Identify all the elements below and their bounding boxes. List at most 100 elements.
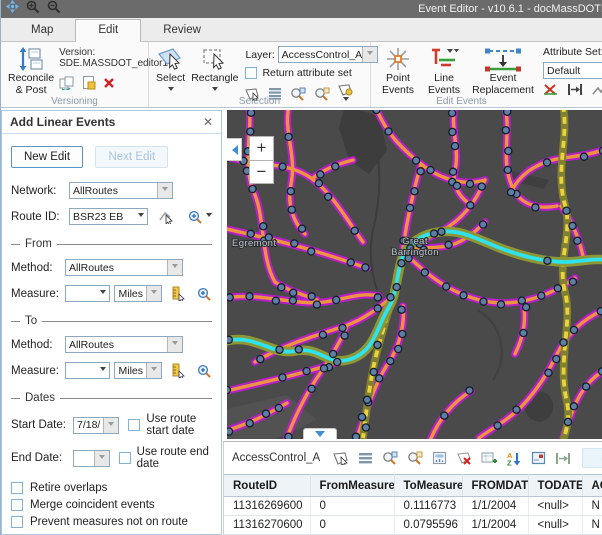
column-header[interactable]: TODATE — [528, 475, 582, 497]
route-id-dropdown-caret[interactable] — [138, 213, 144, 220]
add-linear-events-panel: Add Linear Events ✕ New Edit Next Edit N… — [1, 110, 222, 535]
rectangle-select-icon — [201, 46, 229, 72]
table-row[interactable]: 1131626960000.11167731/1/2004<null>N — [224, 497, 602, 516]
start-date-dropdown-button[interactable] — [103, 418, 118, 433]
to-measure-caret[interactable] — [100, 367, 106, 374]
line-events-button[interactable]: Line Events — [421, 45, 467, 97]
statistics-icon[interactable] — [432, 451, 447, 465]
option-row: Merge coincident events — [11, 499, 212, 511]
from-measure-label: Measure: — [11, 288, 65, 300]
network-dropdown-button[interactable] — [157, 183, 172, 198]
to-measure-label: Measure: — [11, 365, 65, 377]
table-layer-tab[interactable]: AccessControl_A — [232, 452, 320, 464]
route-id-combobox[interactable]: BSR23 EB — [69, 208, 148, 225]
use-route-start-date-label: Use route start date — [146, 413, 212, 437]
tab-map[interactable]: Map — [9, 20, 75, 41]
end-date-dropdown-button[interactable] — [94, 451, 109, 466]
option-checkbox[interactable] — [11, 516, 23, 528]
column-header[interactable]: RouteID — [224, 475, 310, 497]
option-checkbox[interactable] — [11, 482, 23, 494]
end-date-picker[interactable] — [73, 450, 110, 467]
option-row: Prevent measures not on route — [11, 516, 212, 528]
collapse-panel-handle[interactable] — [227, 138, 242, 161]
table-cell: 11316269600 — [224, 497, 310, 516]
delete-version-icon[interactable] — [103, 77, 115, 89]
sort-icon[interactable]: AZ — [506, 451, 522, 466]
table-row[interactable]: 1131627060000.07955961/1/2004<null>N — [224, 516, 602, 535]
select-button[interactable]: Select — [153, 45, 188, 95]
attribute-set-combobox[interactable]: Default — [543, 62, 602, 79]
tab-edit[interactable]: Edit — [75, 19, 141, 42]
from-units-combobox[interactable]: Miles — [114, 285, 162, 302]
from-units-dropdown-button[interactable] — [146, 286, 161, 301]
from-method-combobox[interactable]: AllRoutes — [65, 259, 183, 276]
option-checkbox[interactable] — [11, 499, 23, 511]
split-event-icon[interactable] — [543, 83, 558, 96]
from-method-dropdown-button[interactable] — [167, 260, 182, 275]
return-attribute-set-checkbox[interactable] — [245, 67, 257, 79]
network-combobox[interactable]: AllRoutes — [69, 182, 173, 199]
zoom-out-icon[interactable] — [47, 0, 61, 19]
reconcile-post-button[interactable]: Reconcile & Post — [5, 45, 57, 97]
option-label: Retire overlaps — [30, 482, 107, 494]
save-button[interactable]: S — [582, 448, 602, 468]
from-section-legend: From — [11, 238, 212, 250]
show-selected-records-icon[interactable] — [358, 452, 373, 465]
select-features-icon[interactable] — [333, 451, 349, 465]
refresh-version-icon[interactable] — [59, 75, 75, 90]
group-versioning: Reconcile & Post Version: SDE.MASSDOT_ed… — [1, 42, 149, 107]
from-zoom-icon[interactable] — [197, 287, 212, 301]
route-id-label: Route ID: — [11, 211, 69, 223]
rectangle-button[interactable]: Rectangle — [188, 45, 241, 95]
return-attribute-set-label: Return attribute set — [262, 67, 351, 79]
tab-review[interactable]: Review — [141, 20, 223, 41]
create-version-icon[interactable] — [82, 75, 96, 90]
move-events-icon[interactable] — [555, 452, 571, 465]
layer-combobox[interactable]: AccessControl_A — [278, 46, 378, 63]
column-header[interactable]: FromMeasure — [310, 475, 394, 497]
show-attributes-icon[interactable] — [531, 451, 546, 465]
translate-event-icon[interactable] — [567, 83, 583, 96]
event-replacement-button[interactable]: Event Replacement — [467, 45, 539, 97]
use-route-start-date-checkbox[interactable] — [128, 419, 140, 431]
point-events-button[interactable]: Point Events — [375, 45, 421, 97]
to-units-combobox[interactable]: Miles — [114, 362, 162, 379]
clear-selection-icon[interactable] — [456, 451, 472, 465]
pan-to-selection-icon[interactable] — [407, 451, 423, 465]
collapse-table-handle[interactable] — [303, 428, 337, 439]
pan-icon[interactable] — [6, 0, 19, 18]
to-method-combobox[interactable]: AllRoutes — [65, 336, 183, 353]
to-measure-combobox[interactable] — [65, 362, 110, 379]
use-route-end-date-checkbox[interactable] — [119, 452, 131, 464]
map-canvas[interactable]: EgremontGreatBarrington — [227, 110, 602, 439]
from-measure-caret[interactable] — [100, 290, 106, 297]
add-record-icon[interactable] — [481, 451, 497, 465]
column-header[interactable]: AC — [582, 475, 602, 497]
select-dropdown-caret[interactable] — [168, 87, 174, 94]
column-header[interactable]: ToMeasure — [394, 475, 462, 497]
next-edit-button[interactable]: Next Edit — [95, 146, 168, 168]
to-units-dropdown-button[interactable] — [146, 363, 161, 378]
new-edit-button[interactable]: New Edit — [11, 146, 83, 168]
to-method-dropdown-button[interactable] — [167, 337, 182, 352]
map-region: EgremontGreatBarrington + − — [227, 110, 602, 439]
zoom-in-icon[interactable] — [26, 0, 40, 19]
zoom-to-selection-icon[interactable] — [382, 451, 398, 465]
map-zoom-out-button[interactable]: − — [249, 160, 274, 184]
rectangle-dropdown-caret[interactable] — [212, 87, 218, 94]
dates-section-legend: Dates — [11, 392, 212, 404]
route-zoom-button[interactable] — [188, 210, 212, 224]
to-measure-picker-icon[interactable] — [171, 363, 185, 378]
close-panel-icon[interactable]: ✕ — [203, 115, 213, 129]
panel-title: Add Linear Events — [10, 115, 115, 129]
map-zoom-in-button[interactable]: + — [249, 136, 274, 160]
from-measure-combobox[interactable] — [65, 285, 110, 302]
column-header[interactable]: FROMDATE — [462, 475, 528, 497]
route-zoom-caret[interactable] — [206, 213, 212, 220]
route-zoom-icon — [188, 210, 203, 224]
from-measure-picker-icon[interactable] — [171, 286, 185, 301]
to-zoom-icon[interactable] — [197, 364, 212, 378]
snap-event-icon[interactable] — [592, 83, 602, 96]
select-route-on-map-icon[interactable] — [158, 209, 174, 224]
start-date-picker[interactable]: 7/18/ — [73, 417, 119, 434]
